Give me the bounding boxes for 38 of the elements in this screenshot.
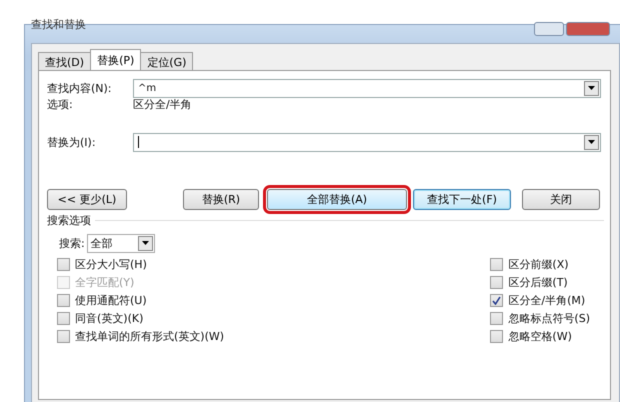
checkbox[interactable]	[57, 312, 70, 324]
checkbox[interactable]	[490, 258, 504, 270]
window-title: 查找和替换	[31, 19, 86, 30]
search-dropdown[interactable]: 全部	[86, 234, 155, 252]
group-title: 搜索选项	[47, 212, 91, 228]
checkbox-label: 同音(英文)(K)	[75, 310, 144, 326]
checkbox[interactable]	[490, 330, 504, 342]
dialog-button[interactable]: 关闭	[522, 188, 600, 210]
close-button[interactable]	[566, 22, 610, 36]
checkbox-label: 全字匹配(Y)	[75, 274, 134, 290]
dialog-button[interactable]: 查找下一处(F)	[413, 188, 511, 210]
tab[interactable]: 定位(G)	[140, 52, 194, 70]
checkbox-label: 区分大小写(H)	[75, 256, 147, 272]
dialog-button[interactable]: 替换(R)	[183, 188, 259, 210]
checkbox[interactable]	[490, 294, 504, 306]
checkbox-label: 区分全/半角(M)	[508, 292, 586, 308]
help-button[interactable]	[534, 22, 564, 36]
replace-field[interactable]	[133, 132, 601, 152]
checkbox[interactable]	[57, 294, 70, 306]
checkbox[interactable]	[490, 312, 504, 324]
checkbox-label: 区分前缀(X)	[508, 256, 569, 272]
checkbox-label: 忽略空格(W)	[508, 328, 572, 344]
dialog-button[interactable]: << 更少(L)	[47, 188, 127, 210]
tab[interactable]: 查找(D)	[38, 52, 92, 70]
checkbox-label: 忽略标点符号(S)	[508, 310, 590, 326]
options-value: 区分全/半角	[133, 96, 192, 112]
checkbox[interactable]	[57, 330, 70, 342]
checkbox[interactable]	[490, 276, 504, 288]
replace-label: 替换为(I):	[47, 134, 97, 150]
checkbox-label: 使用通配符(U)	[75, 292, 147, 308]
checkbox-label: 查找单词的所有形式(英文)(W)	[75, 328, 224, 344]
tab[interactable]: 替换(P)	[90, 49, 142, 70]
checkbox[interactable]	[57, 258, 70, 270]
checkbox-label: 区分后缀(T)	[508, 274, 568, 290]
search-label: 搜索:	[59, 236, 85, 250]
find-field[interactable]: ^m	[133, 78, 601, 98]
options-label: 选项:	[47, 96, 74, 112]
find-label: 查找内容(N):	[47, 80, 113, 96]
